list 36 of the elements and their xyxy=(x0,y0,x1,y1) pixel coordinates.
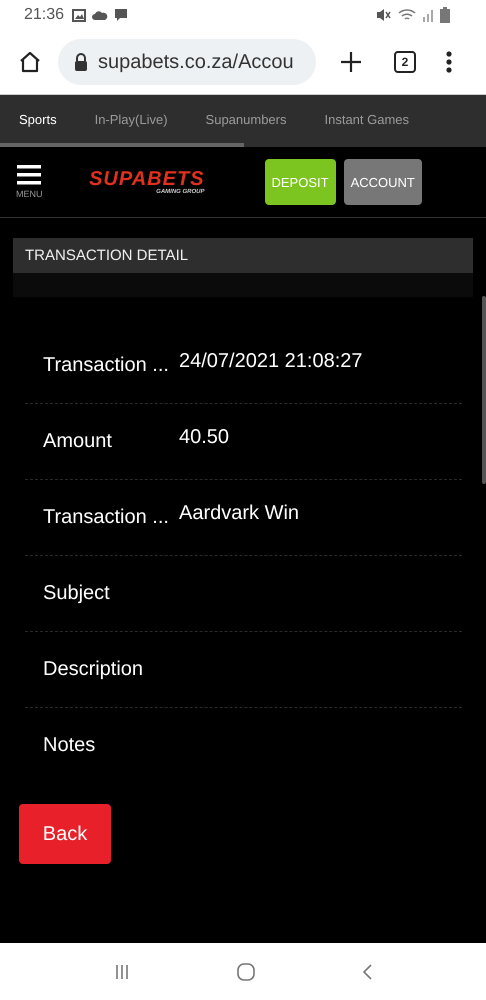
panel-title: TRANSACTION DETAIL xyxy=(13,238,473,273)
back-button[interactable]: Back xyxy=(19,804,111,864)
home-icon[interactable] xyxy=(18,50,42,74)
recent-apps-icon[interactable] xyxy=(114,964,130,980)
detail-label: Description xyxy=(42,657,144,681)
detail-value: 24/07/2021 21:08:27 xyxy=(179,350,363,373)
url-text: supabets.co.za/Accou xyxy=(98,50,294,74)
address-bar[interactable]: supabets.co.za/Accou xyxy=(58,39,316,85)
status-time: 21:36 xyxy=(24,6,64,24)
nav-tab[interactable]: Supanumbers xyxy=(186,112,306,126)
home-button-icon[interactable] xyxy=(236,962,255,980)
plus-icon[interactable] xyxy=(340,51,362,73)
more-icon[interactable] xyxy=(446,51,452,73)
detail-value: Aardvark Win xyxy=(179,502,300,525)
nav-tab[interactable]: Instant Games xyxy=(306,112,428,126)
nav-tab[interactable]: In-Play(Live) xyxy=(76,112,187,126)
chat-icon xyxy=(114,8,128,22)
detail-label: Transaction ... xyxy=(42,505,170,529)
detail-label: Subject xyxy=(42,581,111,605)
logo-text: SUPABETS xyxy=(89,169,204,189)
account-button[interactable]: ACCOUNT xyxy=(344,159,422,205)
cloud-icon xyxy=(92,10,108,20)
nav-tab[interactable]: Sports xyxy=(0,112,76,126)
wifi-icon xyxy=(398,8,416,22)
image-icon xyxy=(72,8,86,22)
mute-icon xyxy=(376,8,392,22)
menu-button[interactable]: MENU xyxy=(16,165,42,199)
battery-icon xyxy=(440,7,450,23)
detail-label: Notes xyxy=(42,733,96,757)
lock-icon xyxy=(74,53,88,71)
tab-count-button[interactable]: 2 xyxy=(394,51,416,73)
detail-value: 40.50 xyxy=(179,426,230,449)
signal-icon xyxy=(422,8,434,22)
detail-label: Amount xyxy=(42,429,113,453)
detail-label: Transaction ... xyxy=(42,353,170,377)
back-icon[interactable] xyxy=(362,964,372,980)
